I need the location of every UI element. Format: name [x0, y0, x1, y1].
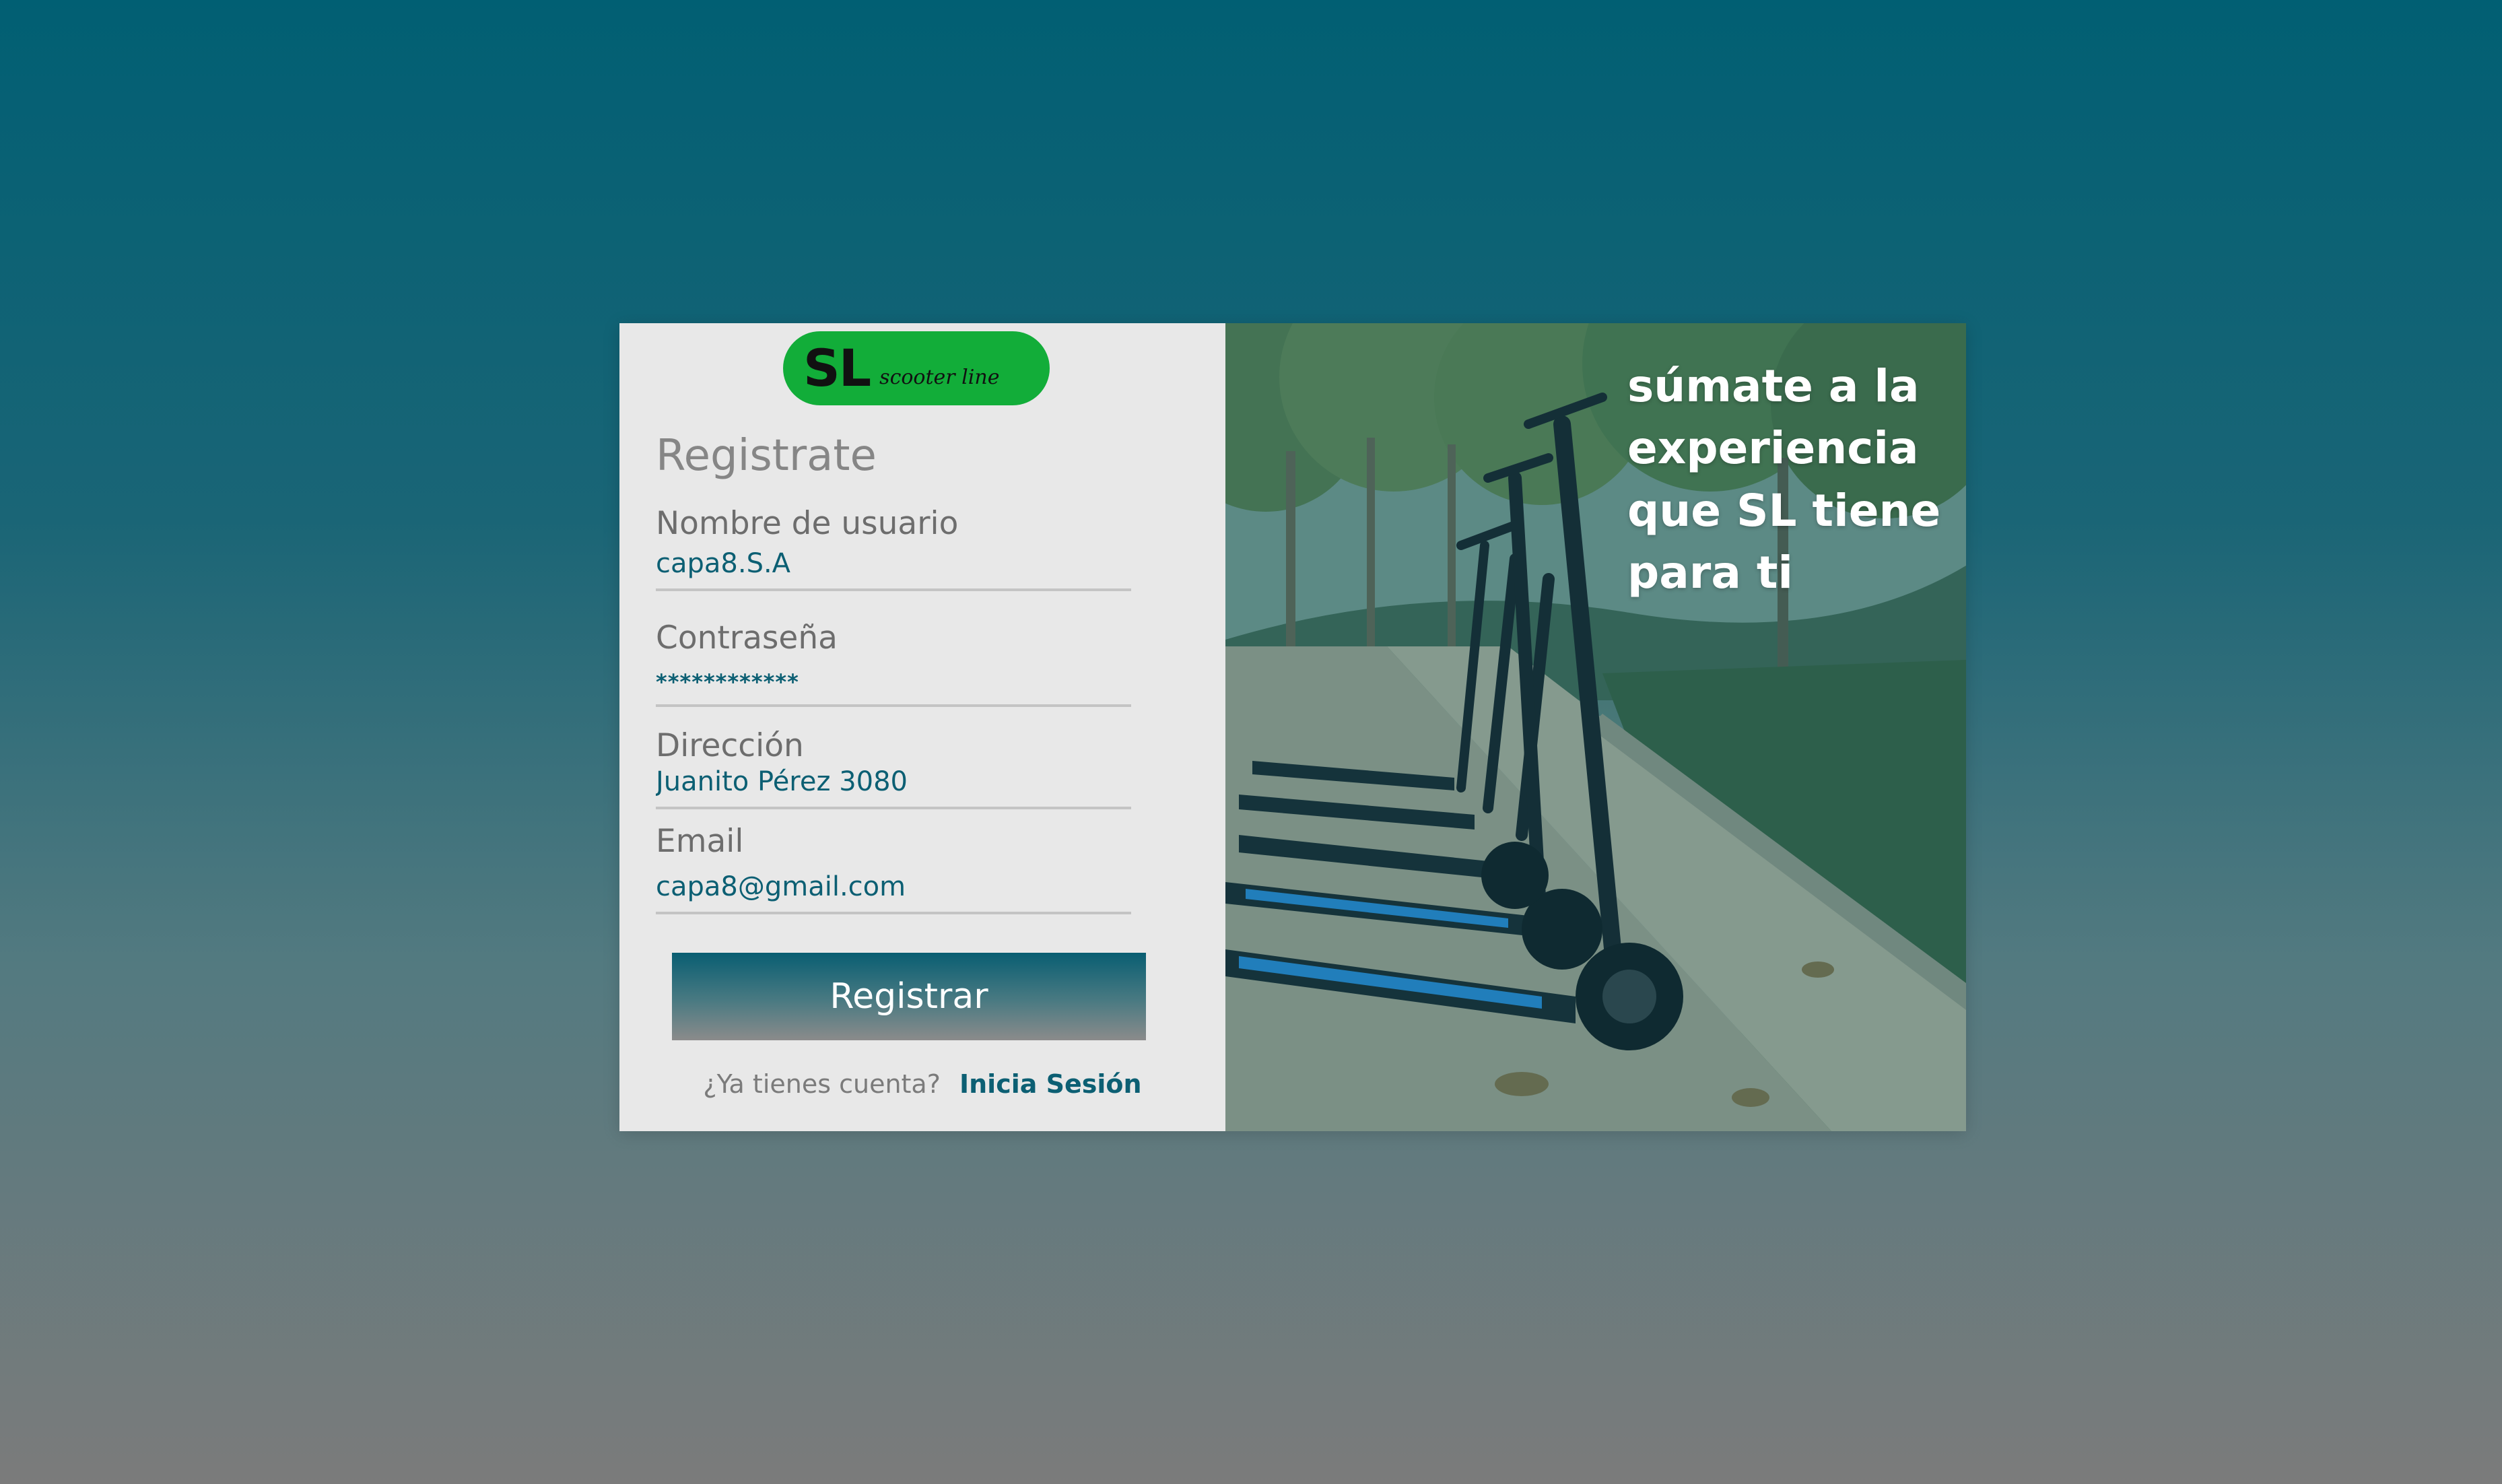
address-label: Dirección — [656, 727, 804, 764]
register-form-panel: SL scooter line Registrate Nombre de usu… — [619, 323, 1225, 1131]
login-prompt-row: ¿Ya tienes cuenta? Inicia Sesión — [619, 1069, 1225, 1099]
password-label: Contraseña — [656, 619, 838, 656]
username-field-group: Nombre de usuario — [656, 505, 1131, 592]
hero-image-panel: súmate a la experiencia que SL tiene par… — [1225, 323, 1966, 1131]
form-title: Registrate — [656, 431, 877, 481]
brand-logo: SL scooter line — [783, 331, 1050, 405]
password-input[interactable] — [656, 657, 1131, 708]
email-label: Email — [656, 823, 744, 860]
logo-mark: SL — [803, 338, 871, 398]
login-link[interactable]: Inicia Sesión — [959, 1069, 1142, 1099]
password-field-group: Contraseña — [656, 619, 1131, 708]
username-input[interactable] — [656, 543, 1131, 592]
login-question: ¿Ya tienes cuenta? — [703, 1069, 941, 1099]
logo-tagline: scooter line — [879, 365, 1000, 389]
email-input[interactable] — [656, 861, 1131, 915]
address-input[interactable] — [656, 765, 1131, 810]
username-label: Nombre de usuario — [656, 505, 959, 542]
email-field-group: Email — [656, 823, 1131, 915]
register-button[interactable]: Registrar — [672, 953, 1146, 1040]
promo-text: súmate a la experiencia que SL tiene par… — [1627, 360, 1941, 599]
register-card: SL scooter line Registrate Nombre de usu… — [619, 323, 1966, 1131]
address-field-group: Dirección — [656, 727, 1131, 810]
